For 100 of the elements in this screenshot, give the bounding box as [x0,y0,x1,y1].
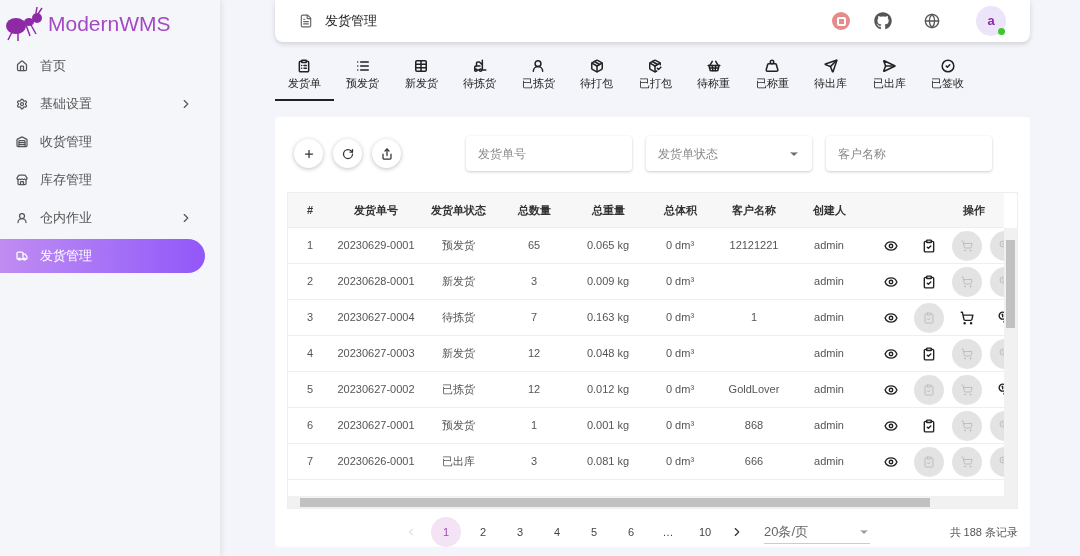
clipboard-check-icon[interactable] [922,418,936,433]
clipboard-check-icon [923,311,935,324]
eye-icon[interactable] [884,382,898,397]
status-tab[interactable]: 已拣货 [509,56,568,101]
status-tab[interactable]: 预发货 [333,56,392,101]
eye-icon[interactable] [884,418,898,433]
column-header: 发货单号 [353,202,399,218]
page-button[interactable]: 1 [431,517,461,547]
status-tab[interactable]: 待称重 [684,56,743,101]
eye-icon[interactable] [884,454,898,469]
sidebar-item[interactable]: 仓内作业 [0,201,205,235]
table-cell: 0.065 kg [586,239,630,252]
table-cell: 0 dm³ [665,419,695,432]
table-cell: 已出库 [441,455,475,468]
column-header: 总体积 [662,202,698,218]
tab-label: 已出库 [872,76,906,91]
table-cell: 1 [306,239,314,252]
refresh-button[interactable] [333,139,362,168]
person-icon [16,212,28,224]
eye-icon[interactable] [884,274,898,289]
eye-icon[interactable] [884,346,898,361]
page-button[interactable]: 4 [542,517,572,547]
table-cell: 666 [744,455,764,468]
table-cell: 3 [306,311,314,324]
app-logo-text: ModernWMS [48,11,171,38]
tab-label: 已拣货 [521,76,555,91]
total-records: 共 188 条记录 [949,524,1018,540]
tab-label: 发货单 [287,76,321,91]
clipboard-icon [297,59,312,73]
page-button[interactable]: 10 [690,517,720,547]
search-input[interactable]: 发货单号 [478,144,620,163]
sidebar-item[interactable]: 库存管理 [0,163,205,197]
table-cell: 新发货 [441,275,475,288]
status-tab[interactable]: 新发货 [392,56,451,101]
status-select[interactable]: 发货单状态 [646,136,812,171]
table-cell: 0 dm³ [665,383,695,396]
table-cell: 3 [530,455,538,468]
person-icon [531,59,546,73]
page-button[interactable]: … [653,517,683,547]
status-tab[interactable]: 已出库 [860,56,919,101]
home-icon [16,60,28,72]
status-tab[interactable]: 已签收 [918,56,977,101]
table-cell: admin [814,383,844,396]
table-cell: 2 [306,275,314,288]
github-icon[interactable] [874,12,892,30]
cart-icon[interactable] [960,310,974,325]
sidebar-item[interactable]: 基础设置 [0,87,205,121]
sidebar-item[interactable]: 首页 [0,49,205,83]
status-tab[interactable]: 发货单 [275,56,334,101]
sidebar-item[interactable]: 收货管理 [0,125,205,159]
add-button[interactable] [294,139,323,168]
search-input[interactable]: 客户名称 [838,144,980,163]
g-logo-icon[interactable] [832,12,850,30]
page-size-select[interactable]: 20条/页 [764,520,870,544]
table-cell: 7 [530,311,538,324]
status-tab[interactable]: 待出库 [801,56,860,101]
table-cell: 0.081 kg [586,455,630,468]
table-cell: 868 [744,419,764,432]
clipboard-check-icon[interactable] [922,238,936,253]
status-tab[interactable]: 待拣货 [450,56,509,101]
forklift-icon [472,59,487,73]
sidebar-item-label: 仓内作业 [40,209,93,228]
eye-icon[interactable] [884,310,898,325]
page-button[interactable]: 2 [468,517,498,547]
status-tab[interactable]: 已打包 [626,56,685,101]
clipboard-check-icon[interactable] [922,274,936,289]
sidebar-item-label: 首页 [40,57,67,76]
globe-icon[interactable] [924,13,940,29]
clipboard-check-icon[interactable] [922,346,936,361]
table-cell: 0.048 kg [586,347,630,360]
table-icon [414,59,429,73]
ant-logo-icon [4,6,44,42]
vertical-scrollbar[interactable] [1004,228,1017,496]
page-button[interactable]: 5 [579,517,609,547]
tab-label: 待称重 [697,76,731,91]
user-avatar[interactable]: a [976,6,1006,36]
page-button[interactable]: 3 [505,517,535,547]
column-header: 操作 [962,202,986,218]
send-icon [823,59,838,73]
eye-icon[interactable] [884,238,898,253]
horizontal-scrollbar[interactable] [288,496,1017,508]
table-cell: 12 [527,347,541,360]
table-cell: 20230626-0001 [337,455,415,468]
plus-icon [302,147,315,160]
tab-label: 待打包 [580,76,614,91]
search-field[interactable]: 发货单号 [466,136,632,171]
status-tab[interactable]: 已称重 [743,56,802,101]
table-cell: 待拣货 [441,311,475,324]
table-cell: 预发货 [441,419,475,432]
table-cell: 65 [527,239,541,252]
search-field[interactable]: 客户名称 [826,136,992,171]
table-cell: 0 dm³ [665,311,695,324]
table-cell: admin [814,275,844,288]
page-button[interactable]: 6 [616,517,646,547]
store-icon [16,174,28,186]
status-tab[interactable]: 待打包 [567,56,626,101]
export-button[interactable] [372,139,401,168]
column-header: 客户名称 [731,202,777,218]
table-cell: 预发货 [441,239,475,252]
column-header: 总重量 [590,202,626,218]
